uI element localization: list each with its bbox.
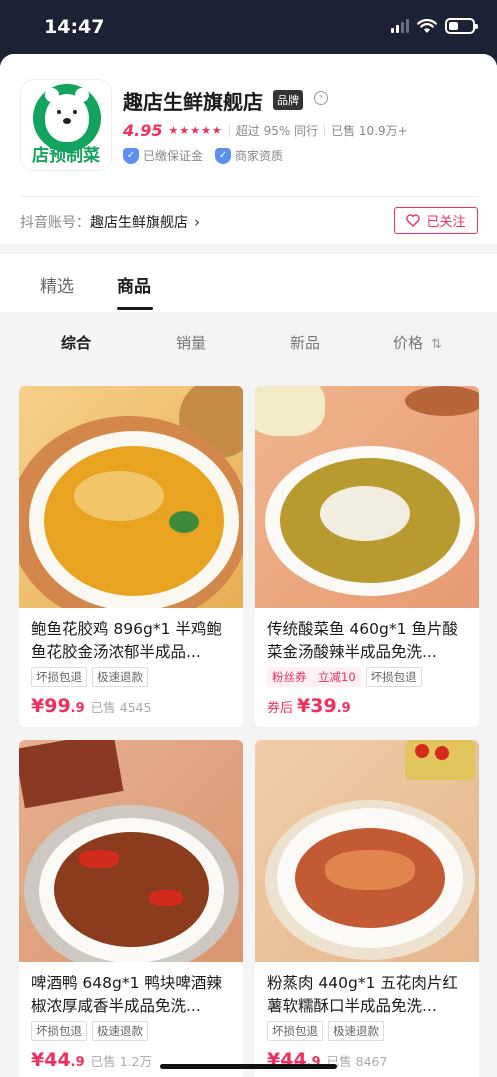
shop-sold-count: 已售 10.9万+: [331, 124, 408, 138]
product-tags: 坏损包退 极速退款: [19, 664, 243, 687]
sort-filters: 综合 销量 新品 价格 ⇅: [0, 312, 497, 372]
shop-tabs: 精选 商品: [0, 254, 497, 312]
follow-label: 已关注: [426, 215, 466, 230]
product-tag: 坏损包退: [31, 1021, 87, 1041]
product-tag: 极速退款: [92, 1021, 148, 1041]
product-sold: 已售 1.2万: [90, 1054, 153, 1069]
filter-price[interactable]: 价格 ⇅: [393, 332, 442, 353]
beat-rate: 超过 95% 同行: [235, 124, 319, 138]
heart-icon: [406, 214, 421, 227]
status-time: 14:47: [44, 16, 105, 38]
home-indicator[interactable]: [160, 1064, 337, 1069]
product-image: [19, 740, 243, 962]
follow-button[interactable]: 已关注: [394, 207, 478, 234]
status-bar: 14:47: [0, 0, 497, 54]
product-sold: 已售 4545: [90, 700, 152, 715]
product-image: [255, 386, 479, 608]
status-icons: [391, 18, 478, 34]
cert-deposit[interactable]: ✓ 已缴保证金: [123, 147, 203, 164]
product-image: [19, 386, 243, 608]
price-row: 券后 ¥39.9: [255, 687, 479, 727]
coupon-tag: 粉丝券 立减10: [267, 667, 361, 687]
shop-name[interactable]: 趣店生鲜旗舰店: [123, 86, 263, 115]
price-row: ¥44.9 已售 8467: [255, 1041, 479, 1077]
product-tags: 坏损包退 极速退款: [255, 1018, 479, 1041]
product-tags: 粉丝券 立减10 坏损包退: [255, 664, 479, 687]
shop-logo[interactable]: 店预制菜: [20, 79, 112, 171]
product-card[interactable]: 粉蒸肉 440g*1 五花肉片红薯软糯酥口半成品免洗... 坏损包退 极速退款 …: [255, 740, 479, 1077]
product-tag: 极速退款: [328, 1021, 384, 1041]
shop-header: 店预制菜 趣店生鲜旗舰店 品牌 › 4.95 ★★★★★ 超过 95% 同行 已…: [0, 54, 497, 244]
product-title: 传统酸菜鱼 460g*1 鱼片酸菜金汤酸辣半成品免洗...: [267, 620, 458, 661]
product-price: ¥44.9: [31, 1049, 85, 1071]
battery-icon: [445, 18, 478, 34]
account-row[interactable]: 抖音账号：趣店生鲜旗舰店 ›: [20, 212, 200, 232]
chevron-right-circle-icon[interactable]: ›: [314, 91, 328, 105]
divider: [20, 196, 478, 197]
sort-arrows-icon: ⇅: [431, 337, 442, 352]
product-card[interactable]: 啤酒鸭 648g*1 鸭块啤酒辣椒浓厚咸香半成品免洗... 坏损包退 极速退款 …: [19, 740, 243, 1077]
product-tag: 极速退款: [92, 667, 148, 687]
brand-badge: 品牌: [273, 90, 303, 110]
shield-check-icon: ✓: [215, 147, 232, 164]
product-card[interactable]: 传统酸菜鱼 460g*1 鱼片酸菜金汤酸辣半成品免洗... 粉丝券 立减10 坏…: [255, 386, 479, 727]
account-label: 抖音账号：: [20, 215, 90, 231]
product-tag: 坏损包退: [267, 1021, 323, 1041]
filter-sales[interactable]: 销量: [176, 332, 206, 353]
certifications: ✓ 已缴保证金 ✓ 商家资质: [123, 147, 283, 164]
cellular-signal-icon: [391, 19, 409, 33]
shield-icon: ✓: [123, 147, 139, 164]
tab-featured[interactable]: 精选: [40, 272, 74, 297]
product-title: 粉蒸肉 440g*1 五花肉片红薯软糯酥口半成品免洗...: [267, 974, 458, 1015]
filter-comprehensive[interactable]: 综合: [61, 332, 91, 353]
product-tags: 坏损包退 极速退款: [19, 1018, 243, 1041]
product-title: 鲍鱼花胶鸡 896g*1 半鸡鲍鱼花胶金汤浓郁半成品...: [31, 620, 222, 661]
rating-stars-icon: ★★★★★: [168, 124, 223, 137]
product-price: 券后 ¥39.9: [267, 695, 351, 717]
filter-new[interactable]: 新品: [290, 332, 320, 353]
bear-mascot-icon: [45, 88, 89, 142]
product-title: 啤酒鸭 648g*1 鸭块啤酒辣椒浓厚咸香半成品免洗...: [31, 974, 222, 1015]
price-row: ¥44.9 已售 1.2万: [19, 1041, 243, 1077]
shop-logo-text: 店预制菜: [32, 146, 100, 166]
tab-products[interactable]: 商品: [117, 272, 151, 297]
price-row: ¥99.9 已售 4545: [19, 687, 243, 727]
product-tag: 坏损包退: [365, 667, 422, 687]
cert-qualification[interactable]: ✓ 商家资质: [215, 147, 283, 164]
product-price: ¥99.9: [31, 695, 85, 717]
chevron-right-icon: ›: [194, 213, 200, 231]
rating-row[interactable]: 4.95 ★★★★★ 超过 95% 同行 已售 10.9万+: [123, 121, 408, 140]
tab-active-indicator: [117, 307, 153, 310]
product-card[interactable]: 鲍鱼花胶鸡 896g*1 半鸡鲍鱼花胶金汤浓郁半成品... 坏损包退 极速退款 …: [19, 386, 243, 727]
product-tag: 坏损包退: [31, 667, 87, 687]
shop-sheet: 店预制菜 趣店生鲜旗舰店 品牌 › 4.95 ★★★★★ 超过 95% 同行 已…: [0, 54, 497, 1077]
shop-rating: 4.95: [123, 121, 163, 140]
account-value: 趣店生鲜旗舰店: [90, 215, 188, 231]
wifi-icon: [417, 18, 437, 33]
product-image: [255, 740, 479, 962]
